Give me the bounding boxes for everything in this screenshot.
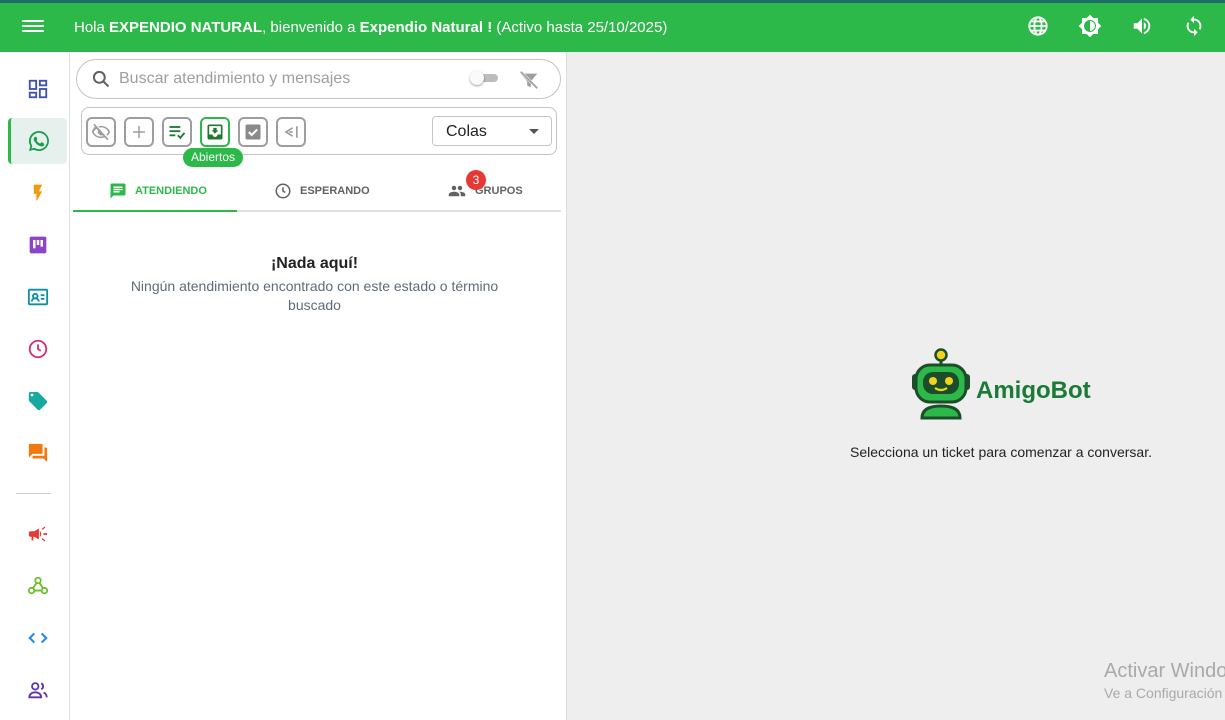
sidebar [0, 52, 70, 720]
chevron-down-icon [529, 129, 539, 134]
top-bar: Hola EXPENDIO NATURAL, bienvenido a Expe… [0, 0, 1225, 52]
empty-state-message: Ningún atendimiento encontrado con este … [130, 278, 499, 313]
search-bar [76, 59, 561, 99]
empty-state-title: ¡Nada aquí! [270, 255, 359, 272]
tooltip-abiertos: Abiertos [183, 148, 244, 167]
code-icon[interactable] [8, 615, 67, 661]
contacts-icon[interactable] [8, 274, 67, 320]
lightning-icon[interactable] [8, 170, 67, 216]
menu-icon[interactable] [22, 17, 44, 35]
activation-watermark-title: Activar Windo [1104, 660, 1225, 682]
sidebar-divider [16, 493, 51, 494]
company-name: EXPENDIO NATURAL [109, 19, 263, 36]
dashboard-icon[interactable] [8, 66, 67, 112]
chat-icon[interactable] [8, 430, 67, 476]
refresh-icon[interactable] [1181, 13, 1207, 39]
whatsapp-icon[interactable] [8, 118, 67, 164]
tab-waiting[interactable]: ESPERANDO [274, 170, 370, 212]
filter-off-icon[interactable] [518, 69, 540, 96]
active-until: (Activo hasta 25/10/2025) [492, 19, 668, 36]
campaign-icon[interactable] [8, 511, 67, 557]
search-input[interactable] [119, 68, 449, 90]
greeting-prefix: Hola [74, 19, 110, 36]
volume-icon[interactable] [1129, 13, 1155, 39]
inbox-icon[interactable] [200, 117, 230, 147]
check-box-icon[interactable] [238, 117, 268, 147]
message-icon [110, 183, 126, 199]
select-ticket-message: Selecciona un ticket para comenzar a con… [850, 444, 1152, 460]
send-icon[interactable] [276, 117, 306, 147]
webhook-icon[interactable] [8, 563, 67, 609]
queue-select-label: Colas [446, 123, 487, 140]
active-tab-indicator [73, 210, 237, 212]
search-toggle[interactable] [470, 71, 500, 85]
tickets-panel: Colas Abiertos ATENDIENDO ESPERANDO GRUP… [72, 52, 567, 720]
queue-select[interactable]: Colas [432, 116, 552, 146]
greeting-middle: , bienvenido a [262, 19, 360, 36]
activation-watermark-subtitle: Ve a Configuración [1104, 685, 1223, 701]
tab-waiting-label: ESPERANDO [300, 185, 370, 197]
schedule-icon[interactable] [8, 326, 67, 372]
app-name: Expendio Natural ! [359, 19, 493, 36]
greeting-text: Hola EXPENDIO NATURAL, bienvenido a Expe… [74, 19, 667, 36]
tag-icon[interactable] [8, 378, 67, 424]
ticket-tabs: ATENDIENDO ESPERANDO GRUPOS [73, 170, 561, 212]
add-icon[interactable] [124, 117, 154, 147]
clock-icon [275, 183, 291, 199]
conversation-area: AmigoBot Selecciona un ticket para comen… [567, 52, 1225, 720]
checklist-icon[interactable] [162, 117, 192, 147]
tab-attending[interactable]: ATENDIENDO [109, 170, 207, 212]
hide-icon[interactable] [86, 117, 116, 147]
globe-icon[interactable] [1025, 13, 1051, 39]
groups-badge: 3 [466, 170, 486, 190]
brightness-icon[interactable] [1077, 13, 1103, 39]
tab-attending-label: ATENDIENDO [135, 185, 207, 197]
kanban-icon[interactable] [8, 222, 67, 268]
search-icon [91, 69, 111, 94]
brand-name: AmigoBot [976, 377, 1091, 404]
group-icon [448, 185, 466, 197]
robot-icon [910, 348, 972, 429]
users-icon[interactable] [8, 667, 67, 713]
ticket-toolbar: Colas [81, 107, 557, 155]
